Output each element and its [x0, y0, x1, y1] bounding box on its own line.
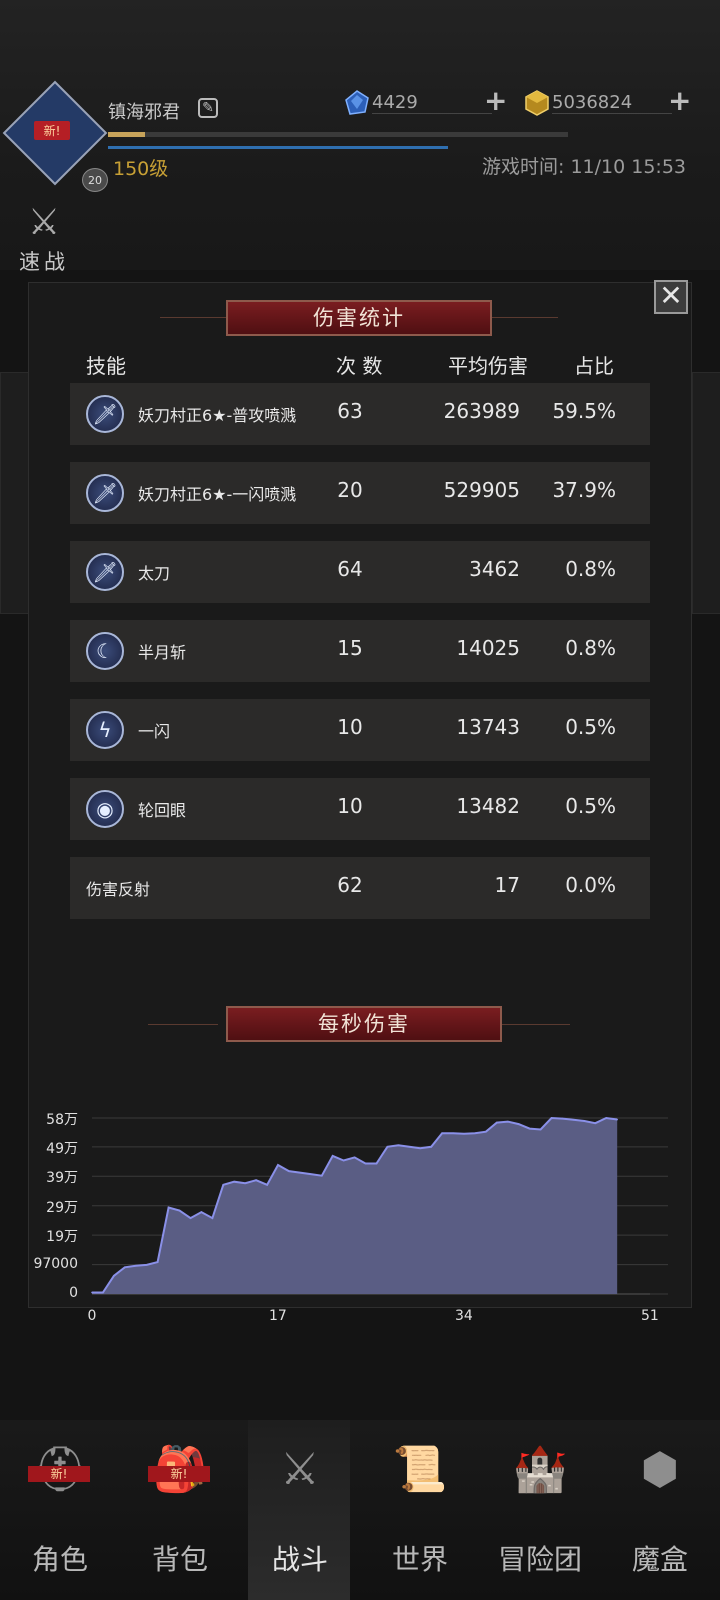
dps-point — [244, 1182, 246, 1185]
nav-label: 背包 — [151, 1543, 208, 1576]
dps-point — [320, 1174, 323, 1177]
dps-point — [430, 1146, 432, 1148]
dps-point — [386, 1146, 389, 1148]
castle-icon: 🏰 — [512, 1444, 568, 1495]
dps-point — [233, 1180, 236, 1183]
dps-point — [408, 1146, 411, 1148]
x-tick-label: 0 — [87, 1308, 97, 1324]
dps-point — [299, 1171, 301, 1174]
y-tick-label: 58万 — [46, 1112, 78, 1128]
dps-point — [441, 1132, 443, 1134]
dps-point — [134, 1264, 137, 1267]
nav-label: 魔盒 — [631, 1543, 688, 1576]
dps-point — [91, 1291, 93, 1294]
nav-label: 角色 — [31, 1543, 88, 1576]
dps-point — [167, 1206, 170, 1209]
dps-point — [124, 1266, 126, 1269]
dps-point — [419, 1147, 422, 1150]
y-tick-label: 19万 — [46, 1229, 78, 1246]
nav-label: 战斗 — [271, 1543, 328, 1576]
dps-point — [539, 1128, 542, 1131]
nav-new-badge: 新! — [28, 1466, 90, 1482]
nav-item-battle[interactable]: ⚔ 战斗 — [240, 1440, 360, 1578]
dps-point — [517, 1123, 520, 1125]
nav-label: 世界 — [391, 1543, 448, 1576]
nav-new-badge: 新! — [148, 1466, 210, 1482]
dps-point — [375, 1162, 378, 1165]
y-tick-label: 0 — [69, 1285, 78, 1301]
dps-point — [145, 1264, 148, 1266]
dps-point — [397, 1144, 400, 1147]
dps-point — [211, 1217, 214, 1219]
dps-point — [463, 1132, 465, 1135]
dps-point — [594, 1122, 597, 1124]
dps-point — [342, 1159, 345, 1162]
dps-point — [528, 1127, 531, 1130]
dps-point — [616, 1118, 618, 1121]
dps-point — [561, 1117, 564, 1120]
sword-shield-icon: ⚔ — [280, 1444, 320, 1495]
x-tick-label: 17 — [269, 1308, 287, 1324]
nav-item-character[interactable]: ⛑ 角色 — [0, 1440, 120, 1578]
dps-point — [113, 1274, 115, 1277]
dps-point — [189, 1217, 192, 1219]
y-tick-label: 39万 — [46, 1170, 78, 1187]
dps-point — [266, 1183, 268, 1186]
dps-point — [288, 1170, 290, 1172]
dps-point — [178, 1209, 181, 1212]
dps-point — [277, 1164, 279, 1166]
dps-point — [485, 1130, 487, 1133]
nav-item-magic-box[interactable]: ⬢ 魔盒 — [600, 1440, 720, 1578]
dps-point — [550, 1117, 553, 1119]
y-tick-label: 29万 — [46, 1199, 78, 1216]
nav-label: 冒险团 — [497, 1543, 582, 1576]
dps-point — [331, 1155, 334, 1157]
dps-point — [496, 1121, 498, 1124]
dps-point — [452, 1132, 454, 1134]
dps-point — [353, 1156, 356, 1159]
dps-point — [605, 1117, 608, 1119]
nav-item-adventure-team[interactable]: 🏰 冒险团 — [480, 1440, 600, 1578]
x-tick-label: 51 — [641, 1308, 659, 1324]
dps-point — [102, 1291, 104, 1294]
x-tick-label: 34 — [455, 1308, 473, 1324]
dps-point — [156, 1261, 159, 1263]
dps-point — [255, 1179, 257, 1182]
dps-point — [583, 1120, 586, 1122]
map-scroll-icon: 📜 — [392, 1444, 448, 1495]
nav-item-backpack[interactable]: 🎒 背包 — [120, 1440, 240, 1578]
dps-point — [310, 1173, 312, 1175]
y-tick-label: 97000 — [33, 1255, 78, 1272]
dps-point — [506, 1120, 509, 1123]
dps-point — [222, 1183, 225, 1186]
dps-point — [474, 1132, 476, 1134]
dps-point — [572, 1119, 575, 1121]
dps-chart — [91, 1116, 668, 1295]
dps-point — [364, 1162, 367, 1165]
y-tick-label: 49万 — [46, 1140, 78, 1157]
nav-item-world[interactable]: 📜 世界 — [360, 1440, 480, 1578]
dps-point — [200, 1211, 203, 1213]
magic-cube-icon: ⬢ — [640, 1444, 680, 1495]
